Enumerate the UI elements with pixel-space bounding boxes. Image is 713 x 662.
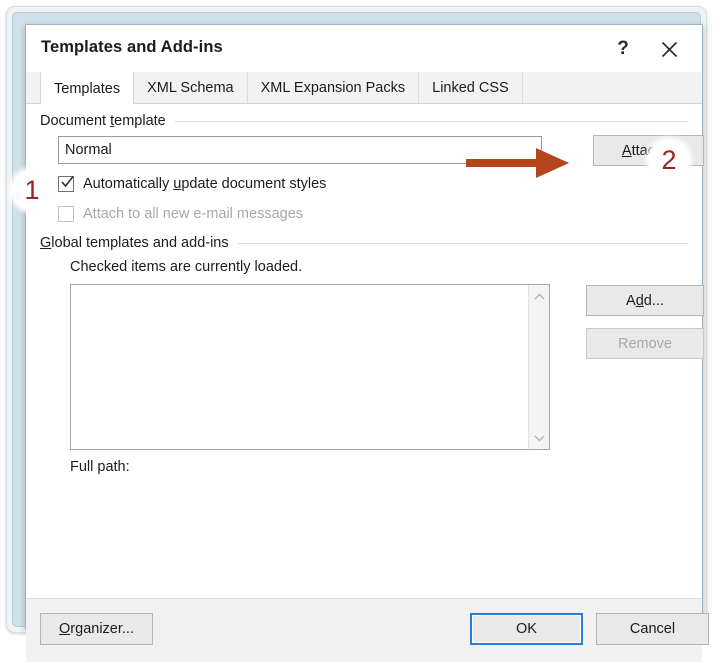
auto-update-styles-checkbox-row[interactable]: Automatically update document styles [58, 176, 326, 192]
full-path-label: Full path: [70, 459, 130, 475]
attach-button[interactable]: Attach... [593, 135, 704, 166]
add-button[interactable]: Add... [586, 285, 704, 316]
auto-update-styles-checkbox[interactable] [58, 176, 74, 192]
tab-xml-schema[interactable]: XML Schema [133, 72, 248, 104]
ok-button[interactable]: OK [470, 613, 583, 645]
tab-xml-schema-label: XML Schema [147, 80, 234, 96]
global-templates-group-label: Global templates and add-ins [40, 235, 688, 251]
global-templates-group-text: Global templates and add-ins [40, 235, 229, 251]
tab-xml-expansion-packs-label: XML Expansion Packs [260, 80, 406, 96]
document-template-group-label: Document template [40, 113, 688, 129]
group-rule [174, 120, 688, 122]
dialog-body: Document template Attach... Automaticall… [26, 104, 704, 598]
tab-templates-label: Templates [54, 81, 121, 97]
chevron-down-icon[interactable] [529, 427, 550, 448]
remove-button: Remove [586, 328, 704, 359]
checked-items-hint: Checked items are currently loaded. [70, 259, 303, 275]
title-bar: Templates and Add-ins ? [26, 25, 702, 72]
document-template-group-text: Document template [40, 113, 166, 129]
close-icon [661, 41, 678, 58]
attach-to-email-label: Attach to all new e-mail messages [83, 206, 304, 222]
question-mark-icon: ? [617, 38, 629, 59]
cancel-button[interactable]: Cancel [596, 613, 709, 645]
organizer-button[interactable]: Organizer... [40, 613, 153, 645]
page-title: Templates and Add-ins [41, 38, 223, 56]
tab-templates[interactable]: Templates [40, 72, 135, 105]
close-button[interactable] [652, 33, 686, 65]
attach-to-email-checkbox [58, 206, 74, 222]
document-template-input[interactable] [58, 136, 542, 164]
tab-linked-css-label: Linked CSS [432, 80, 509, 96]
tab-strip: Templates XML Schema XML Expansion Packs… [26, 72, 702, 105]
help-button[interactable]: ? [606, 33, 640, 65]
auto-update-styles-label: Automatically update document styles [83, 176, 327, 192]
group-rule [237, 242, 688, 244]
checkmark-icon [60, 175, 75, 190]
window-outer-frame: Templates and Add-ins ? Templates XML Sc… [6, 6, 709, 662]
dialog-footer: Organizer... OK Cancel [26, 598, 709, 662]
tab-xml-expansion-packs[interactable]: XML Expansion Packs [246, 72, 420, 104]
chevron-up-icon[interactable] [529, 286, 550, 307]
tab-linked-css[interactable]: Linked CSS [418, 72, 523, 104]
attach-to-email-checkbox-row: Attach to all new e-mail messages [58, 206, 303, 222]
listbox-scrollbar[interactable] [528, 285, 549, 449]
global-templates-listbox[interactable] [70, 284, 550, 450]
templates-and-addins-dialog: Templates and Add-ins ? Templates XML Sc… [25, 24, 709, 662]
